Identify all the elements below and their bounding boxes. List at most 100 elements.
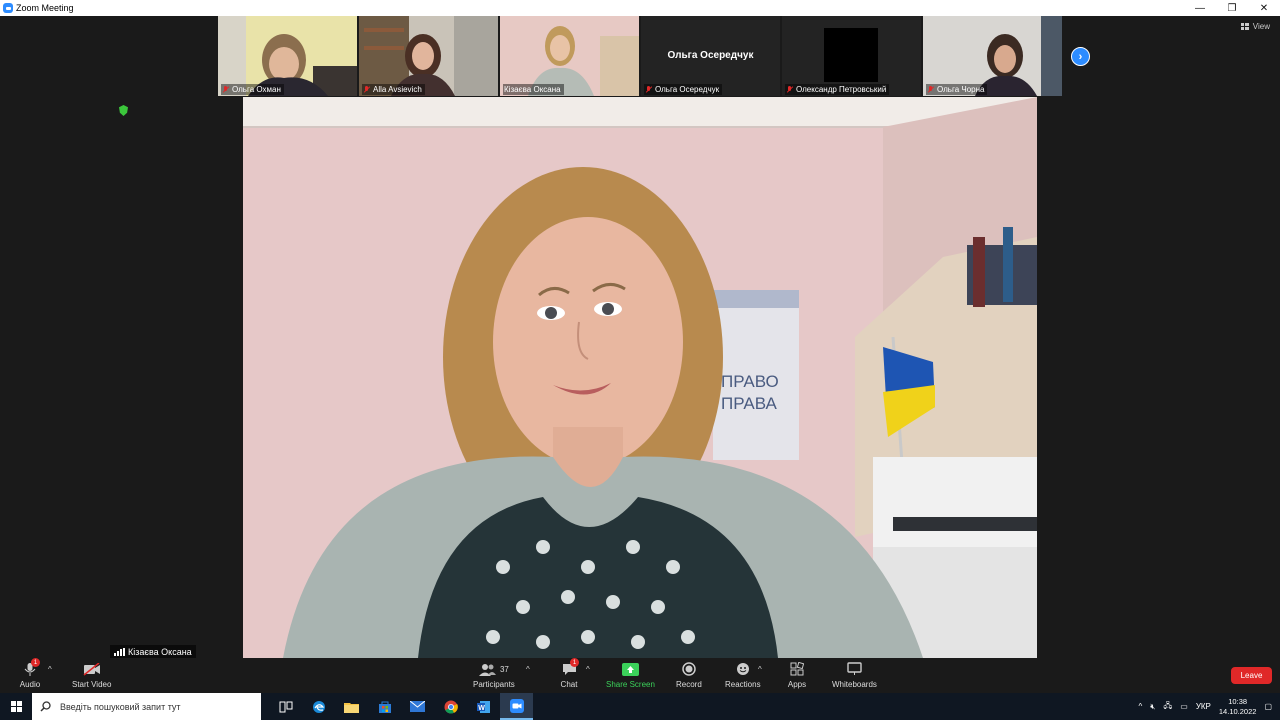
- participant-name-label: Ольга Охман: [221, 84, 284, 95]
- svg-text:W: W: [478, 705, 485, 712]
- participants-options-caret-icon[interactable]: ^: [526, 665, 530, 674]
- mic-muted-icon: [645, 85, 652, 94]
- task-view-icon[interactable]: [269, 693, 302, 720]
- encryption-shield-icon[interactable]: [119, 105, 128, 116]
- smiley-icon: [732, 661, 754, 677]
- whiteboards-label: Whiteboards: [832, 680, 877, 689]
- reactions-options-caret-icon[interactable]: ^: [758, 665, 762, 674]
- chat-button[interactable]: 1 Chat: [558, 658, 580, 689]
- chrome-icon[interactable]: [434, 693, 467, 720]
- clock-date: 14.10.2022: [1218, 706, 1257, 716]
- language-indicator[interactable]: УКР: [1196, 702, 1211, 711]
- taskbar-apps: W: [269, 693, 533, 720]
- close-button[interactable]: ✕: [1248, 0, 1280, 16]
- audio-options-caret-icon[interactable]: ^: [48, 665, 52, 674]
- audio-alert-badge: 1: [31, 658, 40, 667]
- banner-text-1: ПРАВО: [721, 372, 779, 391]
- network-icon[interactable]: 🖧︎: [1163, 700, 1172, 714]
- chat-label: Chat: [560, 680, 578, 689]
- zoom-window: Zoom Meeting — ❐ ✕ Ольга Охман Alla Avsi…: [0, 0, 1280, 720]
- record-button[interactable]: Record: [676, 661, 702, 689]
- minimize-button[interactable]: —: [1184, 0, 1216, 16]
- participant-tile[interactable]: Ольга Чорна: [923, 16, 1062, 96]
- system-tray: ^ 🔇︎ 🖧︎ ▭ УКР 10:38 14.10.2022 ▢: [1139, 693, 1280, 720]
- microphone-icon: 1: [19, 658, 41, 677]
- windows-logo-icon: [10, 701, 22, 712]
- mic-muted-icon: [786, 85, 793, 94]
- view-label: View: [1252, 22, 1270, 31]
- participants-button[interactable]: 37 Participants: [473, 661, 515, 689]
- clock[interactable]: 10:38 14.10.2022: [1219, 697, 1257, 717]
- participant-name: Ольга Чорна: [937, 85, 985, 94]
- participant-name: Ольга Охман: [232, 85, 281, 94]
- participant-tile-active-speaker[interactable]: Кізаєва Оксана: [500, 16, 639, 96]
- participant-name: Ольга Осередчук: [655, 85, 720, 94]
- meeting-toolbar: 1 Audio ^ Start Video 37 Participants ^ …: [0, 658, 1280, 693]
- participant-center-name: Ольга Осередчук: [667, 50, 754, 61]
- participant-tile[interactable]: Ольга Осередчук Ольга Осередчук: [641, 16, 780, 96]
- view-grid-icon: [1240, 23, 1249, 30]
- participant-name-label: Кізаєва Оксана: [503, 84, 564, 95]
- participant-avatar-placeholder: [824, 28, 878, 82]
- word-icon[interactable]: W: [467, 693, 500, 720]
- participant-name: Alla Avsievich: [373, 85, 422, 94]
- window-controls: — ❐ ✕: [1184, 0, 1280, 16]
- mail-icon[interactable]: [401, 693, 434, 720]
- participant-tile[interactable]: Alla Avsievich: [359, 16, 498, 96]
- store-icon[interactable]: [368, 693, 401, 720]
- participant-tile[interactable]: Ольга Охман: [218, 16, 357, 96]
- record-icon: [678, 661, 700, 677]
- chat-icon: 1: [558, 658, 580, 677]
- mic-muted-icon: [927, 85, 934, 94]
- chat-options-caret-icon[interactable]: ^: [586, 665, 590, 674]
- participants-count: 37: [499, 664, 509, 674]
- start-button[interactable]: [0, 693, 32, 720]
- leave-button[interactable]: Leave: [1231, 667, 1272, 684]
- start-video-button[interactable]: Start Video: [72, 661, 111, 689]
- share-screen-button[interactable]: Share Screen: [606, 661, 655, 689]
- share-screen-icon: [619, 661, 641, 677]
- notifications-icon[interactable]: ▢: [1264, 702, 1272, 711]
- participant-tile[interactable]: Олександр Петровський: [782, 16, 921, 96]
- chat-unread-badge: 1: [570, 658, 579, 667]
- view-button[interactable]: View: [1240, 22, 1270, 31]
- video-off-icon: [81, 661, 103, 677]
- edge-browser-icon[interactable]: [302, 693, 335, 720]
- audio-button[interactable]: 1 Audio: [19, 658, 41, 689]
- next-page-arrow-icon[interactable]: ›: [1071, 47, 1090, 66]
- participants-icon: 37: [474, 661, 514, 677]
- participant-name-label: Ольга Чорна: [926, 84, 988, 95]
- participant-strip: Ольга Охман Alla Avsievich Кізаєва Оксан…: [218, 16, 1062, 97]
- title-bar: Zoom Meeting — ❐ ✕: [0, 0, 1280, 16]
- participants-label: Participants: [473, 680, 515, 689]
- battery-icon[interactable]: ▭: [1180, 702, 1188, 711]
- taskbar-search-box[interactable]: Введіть пошуковий запит тут: [32, 693, 261, 720]
- mic-muted-icon: [363, 85, 370, 94]
- share-screen-label: Share Screen: [606, 680, 655, 689]
- start-video-label: Start Video: [72, 680, 112, 689]
- file-explorer-icon[interactable]: [335, 693, 368, 720]
- mic-muted-icon: [222, 85, 229, 94]
- main-speaker-video: ПРАВО ПРАВА: [243, 97, 1037, 658]
- audio-label: Audio: [19, 680, 41, 689]
- maximize-button[interactable]: ❐: [1216, 0, 1248, 16]
- tray-chevron-icon[interactable]: ^: [1139, 702, 1143, 711]
- clock-time: 10:38: [1228, 696, 1248, 706]
- apps-icon: [786, 661, 808, 677]
- reactions-label: Reactions: [725, 680, 761, 689]
- search-icon: [40, 701, 51, 712]
- window-title: Zoom Meeting: [16, 3, 74, 13]
- zoom-app-icon: [3, 3, 13, 13]
- windows-taskbar: Введіть пошуковий запит тут W ^ 🔇︎ 🖧︎ ▭ …: [0, 693, 1280, 720]
- volume-muted-icon[interactable]: 🔇︎: [1150, 702, 1155, 712]
- participant-name-label: Ольга Осередчук: [644, 84, 723, 95]
- zoom-taskbar-icon[interactable]: [500, 693, 533, 720]
- whiteboards-button[interactable]: Whiteboards: [832, 661, 877, 689]
- speaker-video-frame: ПРАВО ПРАВА: [243, 97, 1037, 658]
- search-placeholder: Введіть пошуковий запит тут: [60, 701, 181, 712]
- reactions-button[interactable]: Reactions: [725, 661, 761, 689]
- apps-button[interactable]: Apps: [786, 661, 808, 689]
- participant-name: Кізаєва Оксана: [504, 85, 561, 94]
- record-label: Record: [676, 680, 702, 689]
- active-speaker-label: Кізаєва Оксана: [110, 645, 196, 659]
